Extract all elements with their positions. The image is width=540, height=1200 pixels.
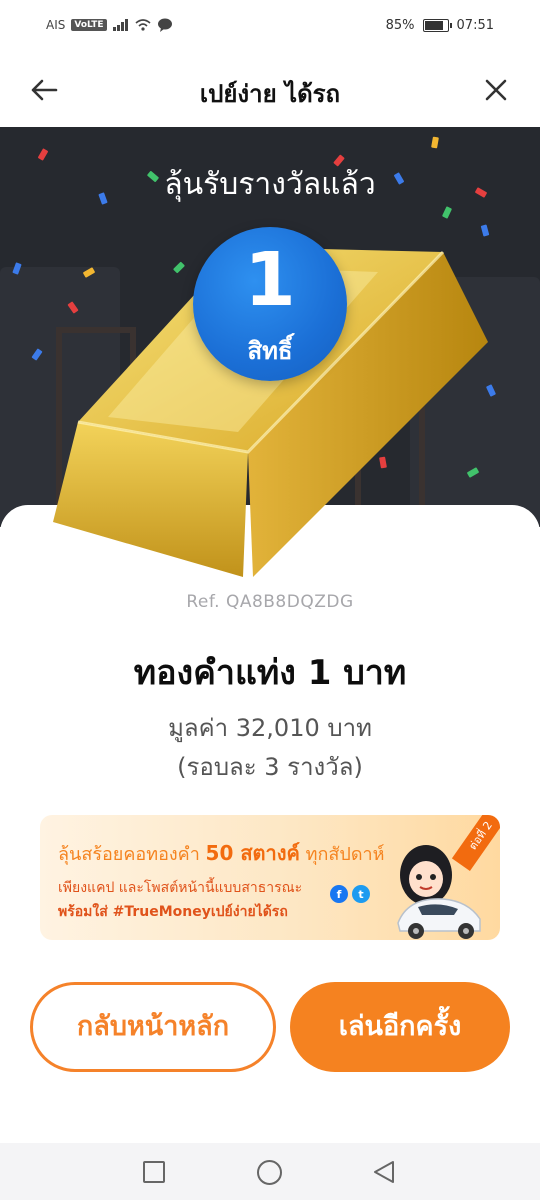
volte-badge: VoLTE bbox=[71, 19, 107, 31]
reference-code: Ref. QA8B8DQZDG bbox=[186, 592, 354, 612]
promo-hashtag: พร้อมใส่ #TrueMoneyเปย์ง่ายได้รถ bbox=[58, 904, 288, 920]
system-nav-bar bbox=[0, 1143, 540, 1200]
wifi-icon bbox=[135, 19, 151, 31]
app-header: เปย์ง่าย ได้รถ bbox=[0, 52, 540, 127]
back-to-home-button[interactable]: กลับหน้าหลัก bbox=[30, 982, 276, 1072]
status-left: AIS VoLTE bbox=[46, 18, 173, 32]
page-title: เปย์ง่าย ได้รถ bbox=[199, 80, 341, 108]
clock: 07:51 bbox=[456, 18, 494, 33]
promo-instruction: เพียงแคป และโพสต์หน้านี้แบบสาธารณะ bbox=[58, 880, 303, 896]
message-icon bbox=[157, 18, 172, 32]
prize-value: มูลค่า 32,010 บาท bbox=[168, 714, 372, 742]
prize-name: ทองคำแท่ง 1 บาท bbox=[133, 653, 407, 693]
prize-limit: (รอบละ 3 รางวัล) bbox=[177, 753, 363, 781]
battery-icon bbox=[422, 19, 452, 32]
prize-headline: ลุ้นรับรางวัลแล้ว bbox=[164, 167, 376, 202]
social-icons: f t bbox=[330, 885, 370, 903]
carrier-label: AIS bbox=[46, 18, 66, 32]
promo-headline-suffix: ทุกสัปดาห์ bbox=[299, 844, 385, 865]
close-icon bbox=[485, 79, 507, 101]
status-bar: AIS VoLTE 85% 07:51 bbox=[0, 0, 540, 52]
back-triangle-icon[interactable] bbox=[371, 1159, 397, 1185]
confetti-piece bbox=[441, 206, 453, 219]
promo-headline: ลุ้นสร้อยคอทองคำ 50 สตางค์ ทุกสัปดาห์ bbox=[58, 837, 384, 869]
promo-banner[interactable]: ลุ้นสร้อยคอทองคำ 50 สตางค์ ทุกสัปดาห์ เพ… bbox=[40, 815, 500, 940]
signal-icon bbox=[112, 19, 128, 31]
confetti-piece bbox=[431, 136, 439, 149]
promo-highlight: 50 สตางค์ bbox=[205, 841, 300, 865]
close-button[interactable] bbox=[474, 70, 518, 110]
recent-apps-icon[interactable] bbox=[143, 1161, 165, 1183]
status-right: 85% 07:51 bbox=[386, 18, 494, 33]
twitter-icon: t bbox=[352, 885, 370, 903]
rights-count-badge: 1 สิทธิ์ bbox=[193, 227, 347, 381]
rights-label: สิทธิ์ bbox=[247, 337, 293, 365]
battery-text: 85% bbox=[385, 18, 415, 33]
confetti-piece bbox=[37, 148, 49, 161]
rights-count: 1 bbox=[244, 237, 296, 323]
facebook-icon: f bbox=[330, 885, 348, 903]
play-again-button[interactable]: เล่นอีกครั้ง bbox=[290, 982, 510, 1072]
home-icon[interactable] bbox=[257, 1160, 282, 1185]
promo-headline-prefix: ลุ้นสร้อยคอทองคำ bbox=[58, 844, 206, 865]
